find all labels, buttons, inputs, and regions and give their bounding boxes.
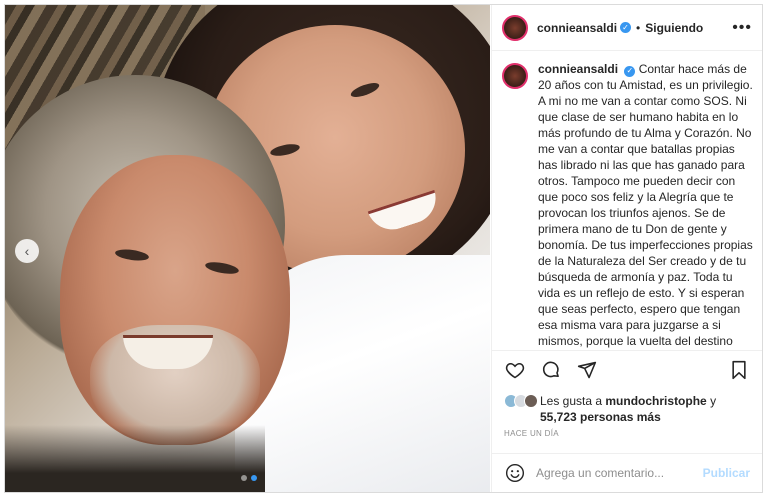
- post-modal: ‹ connieansaldi ✓ • Siguiendo ••• connie…: [4, 4, 763, 493]
- emoji-icon[interactable]: [504, 462, 526, 484]
- likes-summary: Les gusta a mundochristophe y 55,723 per…: [504, 393, 754, 425]
- likes-connector: y: [710, 394, 717, 408]
- more-icon[interactable]: •••: [732, 19, 752, 37]
- verified-icon: ✓: [624, 65, 636, 77]
- post-timestamp[interactable]: HACE UN DÍA: [504, 429, 559, 438]
- comment-icon[interactable]: [540, 359, 562, 381]
- share-icon[interactable]: [576, 359, 598, 381]
- likes-user-link[interactable]: mundochristophe: [605, 394, 706, 408]
- likes-prefix: Les gusta a: [540, 394, 603, 408]
- likes-text: Les gusta a mundochristophe y 55,723 per…: [540, 393, 754, 425]
- caption-username[interactable]: connieansaldi: [538, 62, 618, 76]
- caption-body: Contar hace más de 20 años con tu Amista…: [538, 62, 753, 348]
- prev-glyph: ‹: [24, 243, 30, 259]
- caption-text: connieansaldi ✓ Contar hace más de 20 añ…: [538, 61, 754, 349]
- heart-icon[interactable]: [504, 359, 526, 381]
- chevron-left-icon[interactable]: ‹: [15, 239, 39, 263]
- action-bar: [504, 357, 750, 383]
- follow-status-button[interactable]: Siguiendo: [645, 21, 703, 35]
- post-photo[interactable]: ‹: [5, 5, 490, 492]
- post-header: connieansaldi ✓ • Siguiendo •••: [492, 5, 762, 51]
- bookmark-icon[interactable]: [728, 359, 750, 381]
- carousel-dots: [241, 475, 257, 481]
- publish-button[interactable]: Publicar: [703, 466, 750, 480]
- caption: connieansaldi ✓ Contar hace más de 20 añ…: [502, 61, 754, 349]
- photo-region: [5, 425, 265, 492]
- comment-input[interactable]: Agrega un comentario...: [536, 466, 703, 480]
- post-sidebar: connieansaldi ✓ • Siguiendo ••• conniean…: [491, 5, 762, 492]
- carousel-dot-active: [251, 475, 257, 481]
- separator: •: [636, 20, 641, 35]
- carousel-dot: [241, 475, 247, 481]
- avatar: [524, 394, 538, 408]
- username[interactable]: connieansaldi: [537, 21, 617, 35]
- divider: [492, 350, 762, 351]
- avatar[interactable]: [502, 14, 528, 41]
- like-avatars: [504, 394, 538, 425]
- verified-icon: ✓: [620, 22, 632, 33]
- likes-count-link[interactable]: 55,723 personas más: [540, 410, 661, 424]
- comment-bar: Agrega un comentario... Publicar: [492, 453, 762, 492]
- avatar[interactable]: [502, 63, 528, 89]
